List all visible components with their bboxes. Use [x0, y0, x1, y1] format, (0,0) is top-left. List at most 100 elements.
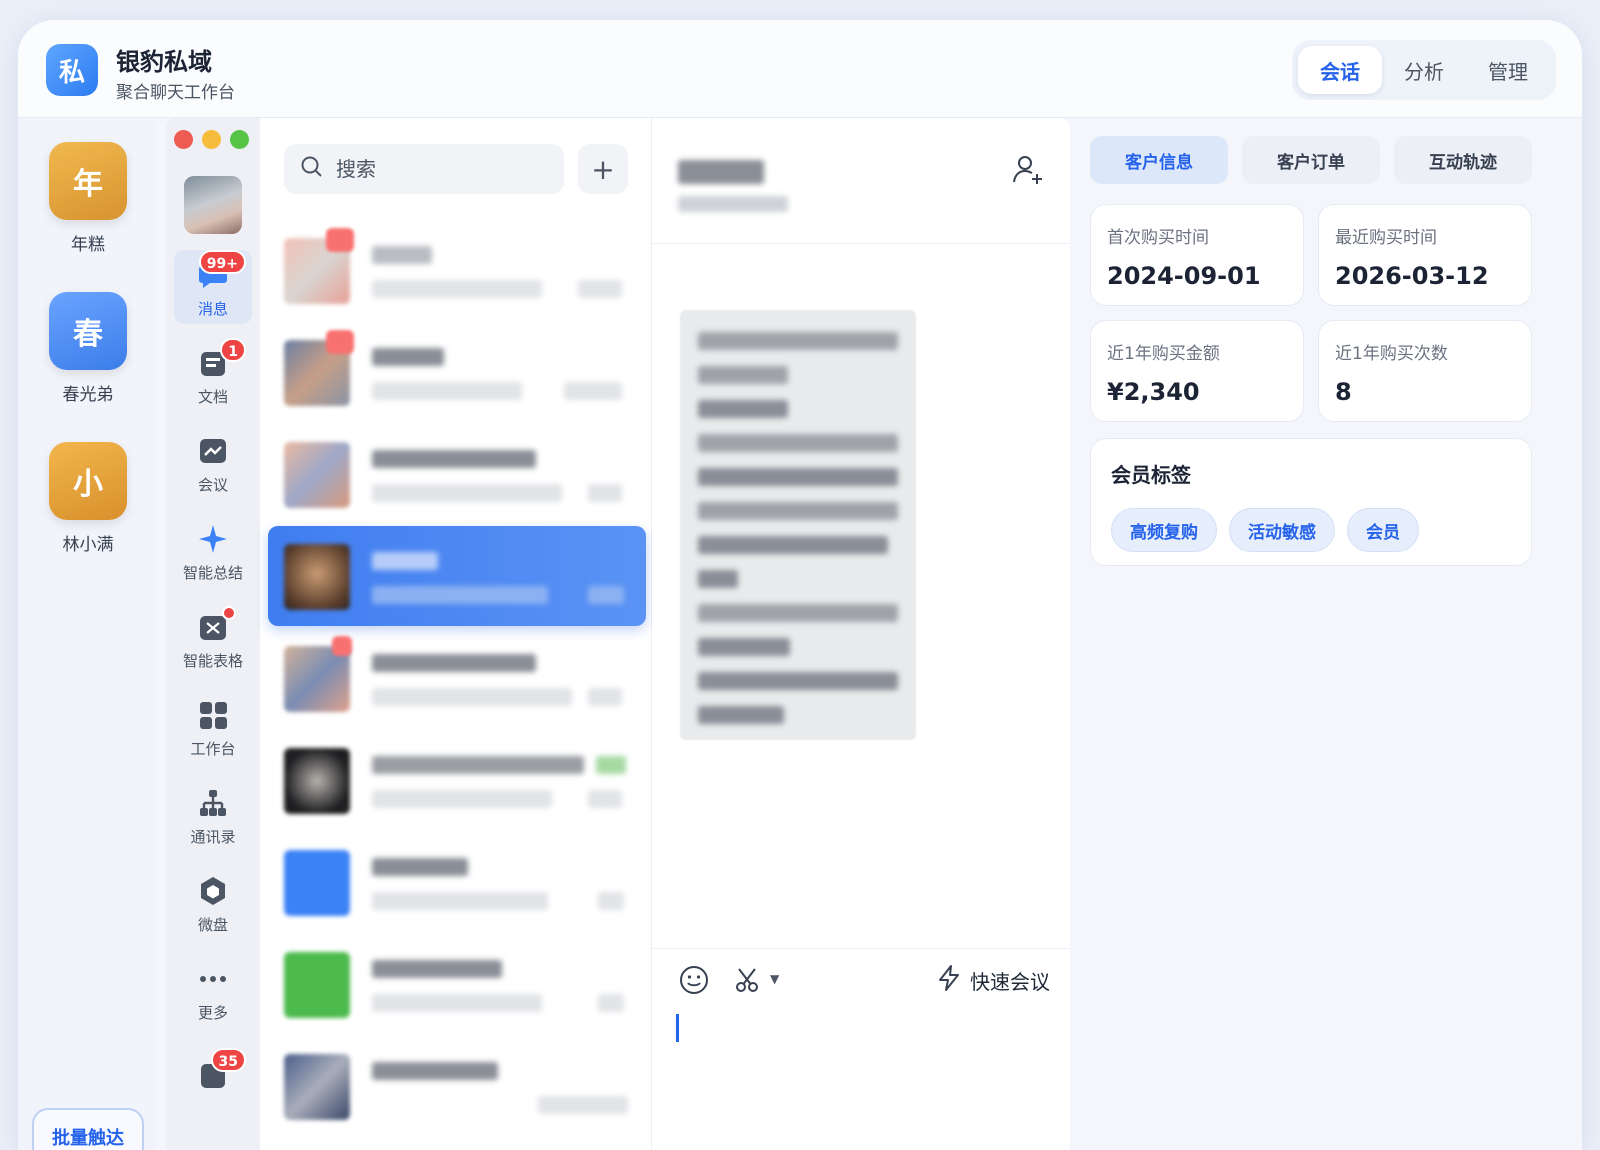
chat-preview-blurred [372, 586, 548, 604]
account-name: 春光弟 [62, 385, 114, 405]
account-linxiaoman[interactable]: 小 林小满 [48, 442, 128, 555]
tab-customer-orders[interactable]: 客户订单 [1242, 136, 1380, 184]
account-rail: 年 年糕 春 春光弟 小 林小满 批量触达 [18, 118, 156, 1150]
nav-bottom-app[interactable]: 35 [174, 1048, 252, 1122]
chat-avatar [284, 850, 350, 916]
nav-label: 更多 [197, 1004, 228, 1022]
tab-customer-info[interactable]: 客户信息 [1090, 136, 1228, 184]
chevron-down-icon[interactable]: ▼ [770, 972, 779, 986]
chat-row[interactable] [268, 1036, 646, 1136]
screenshot-scissors-icon[interactable] [734, 966, 762, 994]
plus-icon: + [591, 152, 615, 186]
account-name: 年糕 [71, 235, 105, 255]
chat-row[interactable] [268, 832, 646, 932]
search-icon [300, 155, 324, 183]
unread-badge [326, 228, 354, 252]
nav-docs[interactable]: 1 文档 [174, 338, 252, 412]
mode-tabs: 会话 分析 管理 [1292, 40, 1556, 100]
nav-label: 文档 [197, 388, 228, 406]
stat-label: 首次购买时间 [1107, 228, 1209, 248]
batch-reach-button[interactable]: 批量触达 [32, 1108, 144, 1150]
nav-meeting[interactable]: 会议 [174, 426, 252, 500]
emoji-icon[interactable] [678, 964, 710, 996]
chat-preview-blurred [372, 790, 552, 808]
chat-list: + [260, 118, 652, 1150]
stat-label: 近1年购买金额 [1107, 344, 1220, 364]
chat-row-selected[interactable] [268, 526, 646, 626]
chat-time-blurred [538, 1096, 628, 1114]
chat-time-blurred [578, 280, 622, 298]
maximize-window-button[interactable] [230, 130, 249, 149]
chat-preview-blurred [372, 382, 522, 400]
stat-label: 近1年购买次数 [1335, 344, 1448, 364]
chat-pane: ▼ 快速会议 [652, 118, 1070, 1150]
tab-interaction-history[interactable]: 互动轨迹 [1394, 136, 1532, 184]
my-avatar[interactable] [184, 176, 242, 234]
app-window: 私 银豹私域 聚合聊天工作台 会话 分析 管理 年 年糕 春 春光弟 小 林小满… [18, 20, 1582, 1150]
nav-more[interactable]: 更多 [174, 954, 252, 1028]
chat-title-blurred [372, 960, 502, 978]
messenger-window: 99+ 消息 1 文档 会议 智能总结 智能表格 工作台 通讯录 微盘 更多 3… [166, 118, 1070, 1150]
minimize-window-button[interactable] [202, 130, 221, 149]
app-subtitle: 聚合聊天工作台 [116, 83, 235, 103]
account-avatar: 春 [49, 292, 127, 370]
chat-preview-blurred [372, 994, 542, 1012]
account-niangao[interactable]: 年 年糕 [48, 142, 128, 255]
tag-frequent-repurchase[interactable]: 高频复购 [1111, 508, 1217, 552]
stat-value: 8 [1335, 378, 1352, 406]
chat-row[interactable] [268, 934, 646, 1034]
composer-divider [652, 948, 1070, 949]
chat-time-blurred [588, 586, 624, 604]
chat-row[interactable] [268, 424, 646, 524]
account-name: 林小满 [62, 535, 114, 555]
chat-avatar [284, 1054, 350, 1120]
add-member-icon[interactable] [1010, 152, 1046, 188]
account-chunguangdi[interactable]: 春 春光弟 [48, 292, 128, 405]
chat-title-blurred [372, 858, 468, 876]
nav-ai-summary[interactable]: 智能总结 [174, 514, 252, 588]
tab-management[interactable]: 管理 [1466, 46, 1550, 94]
tab-conversation[interactable]: 会话 [1298, 46, 1382, 94]
nav-messages[interactable]: 99+ 消息 [174, 250, 252, 324]
nav-workbench[interactable]: 工作台 [174, 690, 252, 764]
chat-avatar [284, 748, 350, 814]
customer-tabs: 客户信息 客户订单 互动轨迹 [1090, 136, 1532, 184]
smart-sheet-dot [222, 606, 236, 620]
messages-badge: 99+ [198, 250, 246, 274]
last-purchase-card: 最近购买时间 2026-03-12 [1318, 204, 1532, 306]
member-tags-card: 会员标签 高频复购 活动敏感 会员 [1090, 438, 1532, 566]
nav-drive[interactable]: 微盘 [174, 866, 252, 940]
stat-label: 最近购买时间 [1335, 228, 1437, 248]
tab-analysis[interactable]: 分析 [1382, 46, 1466, 94]
close-window-button[interactable] [174, 130, 193, 149]
chat-title-blurred [372, 246, 432, 264]
unread-badge [332, 636, 352, 656]
nav-smart-sheet[interactable]: 智能表格 [174, 602, 252, 676]
nav-label: 智能表格 [182, 652, 243, 670]
text-cursor[interactable] [676, 1014, 679, 1042]
message-bubble-blurred [680, 310, 916, 740]
first-purchase-card: 首次购买时间 2024-09-01 [1090, 204, 1304, 306]
chat-title-blurred [372, 450, 536, 468]
chat-row[interactable] [268, 220, 646, 320]
stat-value: 2024-09-01 [1107, 262, 1261, 290]
customer-panel: 客户信息 客户订单 互动轨迹 首次购买时间 2024-09-01 最近购买时间 … [1082, 118, 1582, 1150]
chat-row[interactable] [268, 730, 646, 830]
chat-preview-blurred [372, 688, 572, 706]
tag-promo-sensitive[interactable]: 活动敏感 [1229, 508, 1335, 552]
chat-title-blurred [372, 348, 444, 366]
chat-preview-blurred [372, 280, 542, 298]
nav-contacts[interactable]: 通讯录 [174, 778, 252, 852]
chat-time-blurred [588, 688, 622, 706]
nav-label: 通讯录 [190, 828, 236, 846]
chat-row[interactable] [268, 322, 646, 422]
quick-meeting-button[interactable]: 快速会议 [936, 964, 1050, 997]
stat-value: ¥2,340 [1107, 378, 1200, 406]
search-input[interactable] [336, 157, 536, 181]
chat-row[interactable] [268, 628, 646, 728]
chat-title-blurred [372, 756, 584, 774]
stat-value: 2026-03-12 [1335, 262, 1489, 290]
add-chat-button[interactable]: + [578, 144, 628, 194]
chat-time-blurred [564, 382, 622, 400]
tag-member[interactable]: 会员 [1347, 508, 1419, 552]
